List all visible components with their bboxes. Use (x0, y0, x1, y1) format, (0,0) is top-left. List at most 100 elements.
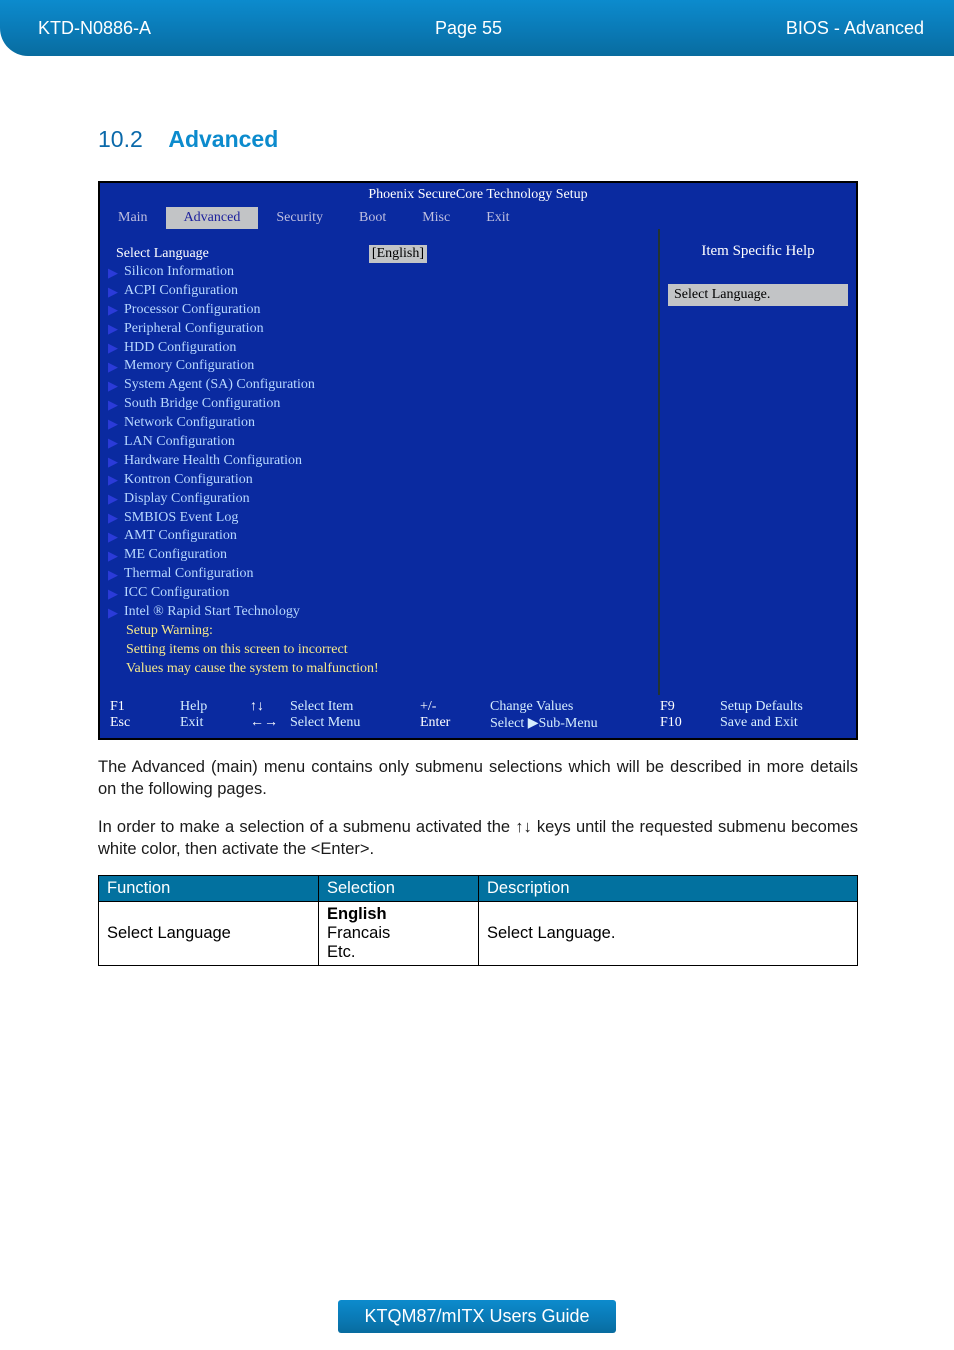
submenu-label: Kontron Configuration (124, 471, 253, 490)
submenu-item[interactable]: ▶ AMT Configuration (108, 527, 650, 546)
submenu-arrow-icon: ▶ (108, 301, 118, 319)
th-selection: Selection (319, 875, 479, 901)
submenu-arrow-icon: ▶ (108, 490, 118, 508)
submenu-item[interactable]: ▶ Network Configuration (108, 414, 650, 433)
th-description: Description (479, 875, 858, 901)
submenu-arrow-icon: ▶ (108, 509, 118, 527)
submenu-item[interactable]: ▶LAN Configuration (108, 433, 650, 452)
paragraph-2: In order to make a selection of a submen… (98, 816, 858, 861)
submenu-label: Hardware Health Configuration (124, 452, 302, 471)
submenu-arrow-icon: ▶ (108, 396, 118, 414)
section-heading: 10.2 Advanced (98, 126, 864, 153)
act-save-exit: Save and Exit (720, 715, 846, 732)
submenu-arrow-icon: ▶ (108, 604, 118, 622)
submenu-label: Memory Configuration (124, 357, 254, 376)
tab-boot[interactable]: Boot (341, 207, 404, 229)
submenu-label: Silicon Information (124, 263, 234, 282)
submenu-item[interactable]: ▶ Memory Configuration (108, 357, 650, 376)
submenu-item[interactable]: ▶ICC Configuration (108, 584, 650, 603)
key-f10: F10 (660, 715, 720, 732)
table-row: Select LanguageEnglishFrancaisEtc.Select… (99, 901, 858, 965)
page-footer: KTQM87/mITX Users Guide (0, 1294, 954, 1338)
act-setup-defaults: Setup Defaults (720, 699, 846, 715)
section-id: BIOS - Advanced (786, 18, 924, 39)
tab-exit[interactable]: Exit (468, 207, 527, 229)
submenu-item[interactable]: ▶ Peripheral Configuration (108, 320, 650, 339)
submenu-item[interactable]: ▶ Silicon Information (108, 263, 650, 282)
key-enter: Enter (420, 715, 490, 732)
act-submenu: Select ▶Sub-Menu (490, 715, 660, 732)
bios-footer: F1 Help ↑↓ Select Item +/- Change Values… (100, 695, 856, 738)
submenu-item[interactable]: ▶ Kontron Configuration (108, 471, 650, 490)
submenu-arrow-icon: ▶ (108, 471, 118, 489)
submenu-label: HDD Configuration (124, 339, 236, 358)
submenu-item[interactable]: ▶System Agent (SA) Configuration (108, 376, 650, 395)
submenu-label: Display Configuration (124, 490, 250, 509)
section-title: Advanced (168, 126, 278, 152)
submenu-arrow-icon: ▶ (108, 453, 118, 471)
bios-tab-bar: Main Advanced Security Boot Misc Exit (100, 207, 856, 229)
submenu-arrow-icon: ▶ (108, 264, 118, 282)
submenu-label: ICC Configuration (124, 584, 229, 603)
submenu-arrow-icon: ▶ (108, 528, 118, 546)
tab-misc[interactable]: Misc (404, 207, 468, 229)
submenu-item[interactable]: ▶ Processor Configuration (108, 301, 650, 320)
submenu-item[interactable]: ▶ South Bridge Configuration (108, 395, 650, 414)
submenu-item[interactable]: ▶ Display Configuration (108, 490, 650, 509)
submenu-arrow-icon: ▶ (108, 547, 118, 565)
submenu-label: ME Configuration (124, 546, 227, 565)
cell-description: Select Language. (479, 901, 858, 965)
act-help: Help (180, 699, 250, 715)
paragraph-1: The Advanced (main) menu contains only s… (98, 756, 858, 801)
submenu-label: Peripheral Configuration (124, 320, 264, 339)
act-exit: Exit (180, 715, 250, 732)
tab-security[interactable]: Security (258, 207, 341, 229)
bios-screenshot: Phoenix SecureCore Technology Setup Main… (98, 181, 858, 740)
help-text: Select Language. (668, 284, 848, 306)
bios-title: Phoenix SecureCore Technology Setup (100, 183, 856, 207)
tab-advanced[interactable]: Advanced (166, 207, 259, 229)
submenu-label: SMBIOS Event Log (124, 509, 238, 528)
cell-selection: EnglishFrancaisEtc. (319, 901, 479, 965)
submenu-label: Network Configuration (124, 414, 255, 433)
submenu-arrow-icon: ▶ (108, 415, 118, 433)
key-f9: F9 (660, 699, 720, 715)
select-language-label: Select Language (116, 246, 209, 262)
submenu-item[interactable]: ▶ SMBIOS Event Log (108, 509, 650, 528)
submenu-label: South Bridge Configuration (124, 395, 280, 414)
submenu-item[interactable]: ▶Intel ® Rapid Start Technology (108, 603, 650, 622)
submenu-arrow-icon: ▶ (108, 358, 118, 376)
submenu-label: AMT Configuration (124, 527, 237, 546)
cell-function: Select Language (99, 901, 319, 965)
tab-main[interactable]: Main (100, 207, 166, 229)
help-title: Item Specific Help (668, 235, 848, 274)
submenu-item[interactable]: ▶ Hardware Health Configuration (108, 452, 650, 471)
section-number: 10.2 (98, 126, 143, 152)
act-select-menu: Select Menu (290, 715, 420, 732)
submenu-arrow-icon: ▶ (108, 339, 118, 357)
bios-help-pane: Item Specific Help Select Language. (660, 229, 856, 695)
key-updown: ↑↓ (250, 699, 290, 715)
th-function: Function (99, 875, 319, 901)
key-esc: Esc (110, 715, 180, 732)
select-language-value[interactable]: [English] (369, 245, 427, 263)
setup-warning-3: Values may cause the system to malfuncti… (108, 660, 650, 679)
submenu-label: LAN Configuration (124, 433, 235, 452)
bios-body: Select Language [English] ▶ Silicon Infor… (100, 229, 856, 695)
submenu-arrow-icon: ▶ (108, 320, 118, 338)
doc-id: KTD-N0886-A (38, 18, 151, 39)
submenu-label: Processor Configuration (124, 301, 260, 320)
submenu-item[interactable]: ▶ ACPI Configuration (108, 282, 650, 301)
select-language-row[interactable]: Select Language [English] (108, 245, 650, 263)
key-leftright: ←→ (250, 715, 290, 732)
submenu-arrow-icon: ▶ (108, 283, 118, 301)
act-change-values: Change Values (490, 699, 660, 715)
submenu-item[interactable]: ▶ HDD Configuration (108, 339, 650, 358)
submenu-label: Thermal Configuration (124, 565, 253, 584)
submenu-label: System Agent (SA) Configuration (124, 376, 315, 395)
submenu-label: ACPI Configuration (124, 282, 238, 301)
submenu-item[interactable]: ▶ ME Configuration (108, 546, 650, 565)
setup-warning-2: Setting items on this screen to incorrec… (108, 641, 650, 660)
setup-warning-1: Setup Warning: (108, 622, 650, 641)
submenu-item[interactable]: ▶Thermal Configuration (108, 565, 650, 584)
